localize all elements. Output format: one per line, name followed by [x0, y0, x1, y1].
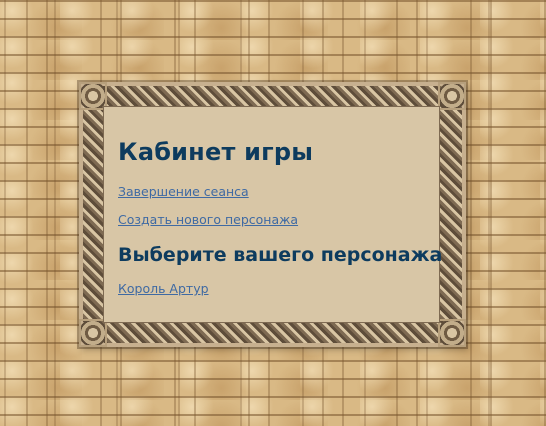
frame-corner-ornament-icon	[79, 319, 107, 347]
page-title: Кабинет игры	[118, 138, 314, 166]
logout-link[interactable]: Завершение сеанса	[118, 184, 249, 199]
character-link[interactable]: Король Артур	[118, 281, 209, 296]
frame-corner-ornament-icon	[438, 82, 466, 110]
choose-character-heading: Выберите вашего персонажа	[118, 244, 443, 266]
frame-corner-ornament-icon	[438, 319, 466, 347]
create-character-link[interactable]: Создать нового персонажа	[118, 212, 298, 227]
